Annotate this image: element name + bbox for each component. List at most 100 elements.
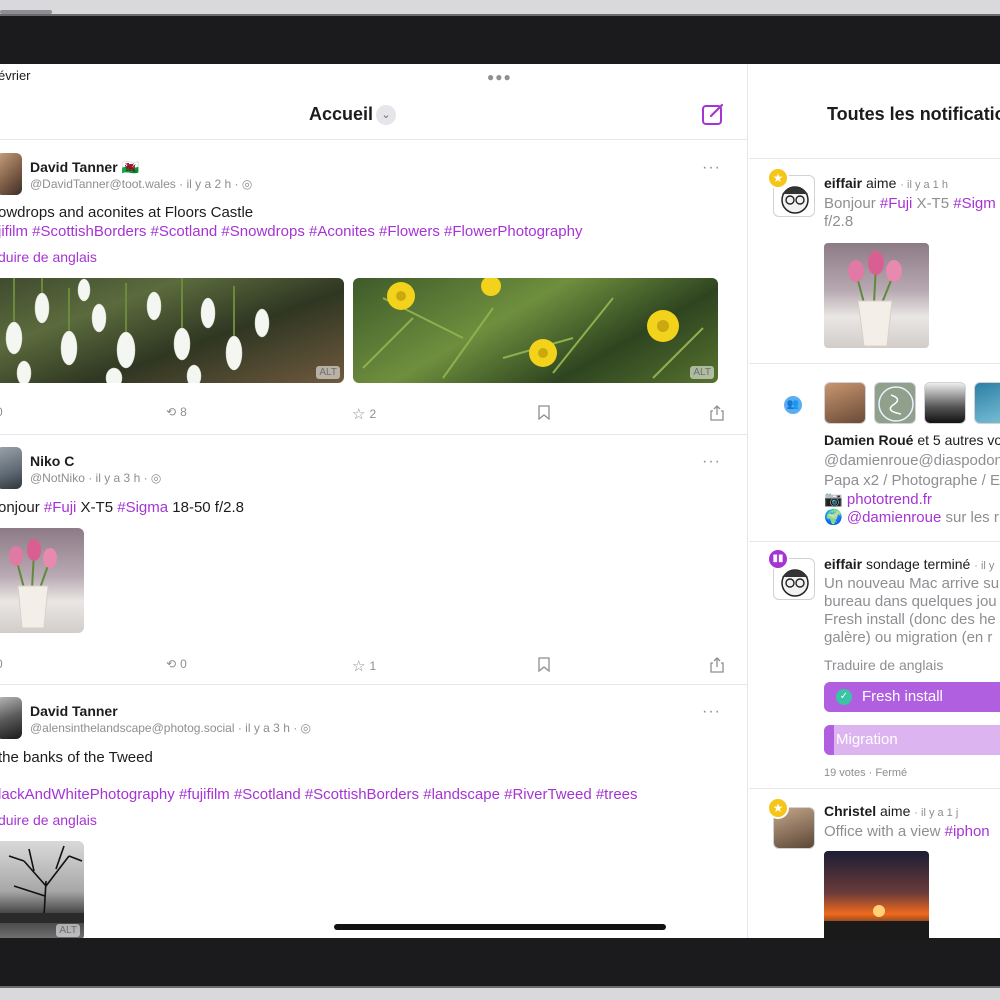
bookmark-icon (538, 657, 550, 672)
device-edge (0, 0, 1000, 16)
post-hashtags[interactable]: jifilm #ScottishBorders #Scotland #Snowd… (0, 223, 582, 240)
boost-icon: ⟲ (166, 657, 177, 671)
more-options-button[interactable]: ··· (702, 703, 721, 721)
tulips-illustration (9, 539, 57, 629)
avatar[interactable] (874, 382, 916, 424)
poll-option-label: Fresh install (862, 688, 943, 705)
notification-item[interactable]: ★ eiffair aime · il y a 1 h Bonjour #Fuj… (749, 158, 1000, 364)
checkmark-icon: ✓ (836, 689, 852, 705)
notification-body-line: @damienroue@diaspodon (824, 452, 1000, 469)
avatar[interactable] (0, 153, 22, 195)
share-button[interactable] (710, 657, 724, 673)
home-indicator[interactable] (334, 924, 666, 930)
logo-avatar-illustration (878, 386, 914, 422)
timeline-title[interactable]: Accueil (309, 104, 373, 125)
reply-button[interactable]: 0 (0, 657, 3, 671)
multitasking-handle-icon[interactable]: ●●● (487, 70, 512, 84)
more-options-button[interactable]: ··· (702, 159, 721, 177)
alt-badge[interactable]: ALT (690, 366, 714, 379)
chevron-down-icon[interactable]: ⌄ (376, 105, 396, 125)
avatar[interactable] (0, 447, 22, 489)
translate-link[interactable]: duire de anglais (0, 249, 97, 265)
notification-media-image[interactable] (824, 243, 929, 348)
avatar[interactable] (0, 697, 22, 739)
app-screen: évrier ●●● Accueil ⌄ David Tanner 🏴󠁧󠁢󠁷󠁬󠁳… (0, 64, 1000, 938)
translate-link[interactable]: Traduire de anglais (824, 656, 943, 674)
notification-body-line: Fresh install (donc des he (824, 611, 996, 628)
favorite-button[interactable]: ☆ 2 (352, 405, 376, 423)
device-edge (0, 986, 1000, 1000)
notification-header: eiffair aime · il y a 1 h (824, 175, 948, 191)
globe-icon: 🌍 (824, 509, 843, 526)
notification-header: eiffair sondage terminé · il y (824, 556, 995, 572)
poll-badge-icon: ▮▮ (767, 548, 789, 570)
notification-body-line: bureau dans quelques jou (824, 593, 997, 610)
bookmark-button[interactable] (538, 657, 550, 672)
post-actions: 0 ⟲0 ☆1 (0, 657, 747, 677)
poll-option[interactable]: Migration (824, 725, 1000, 755)
post-author[interactable]: David Tanner 🏴󠁧󠁢󠁷󠁬󠁳󠁿 (30, 159, 139, 176)
boost-icon: ⟲ (166, 405, 177, 419)
post-hashtags[interactable]: lackAndWhitePhotography #fujifilm #Scotl… (0, 786, 638, 803)
notification-body-line: f/2.8 (824, 213, 854, 230)
post-text: the banks of the Tweed (0, 749, 153, 766)
aconites-illustration (362, 278, 704, 379)
notification-body: Office with a view #iphon (824, 823, 990, 840)
notification-item[interactable]: 👥 Damien Roué et 5 autres vo @damienroue… (749, 364, 1000, 542)
notification-body-line: 🌍 @damienroue sur les r (824, 509, 999, 526)
camera-icon: 📷 (824, 491, 843, 508)
share-icon (710, 405, 724, 421)
share-icon (710, 657, 724, 673)
notification-body-line: galère) ou migration (en r (824, 629, 993, 646)
media-tulips-image[interactable] (0, 528, 84, 633)
status-bar-date: évrier (0, 68, 31, 83)
bookmark-button[interactable] (538, 405, 550, 420)
notification-media-image[interactable] (824, 851, 929, 938)
media-snowdrops-image[interactable]: ALT (0, 278, 344, 383)
boost-button[interactable]: ⟲ 0 (166, 657, 187, 671)
poll-option[interactable]: ✓ Fresh install (824, 682, 1000, 712)
star-badge-icon: ★ (767, 167, 789, 189)
star-icon: ☆ (352, 658, 366, 675)
notification-body-line: 📷 phototrend.fr (824, 491, 932, 508)
reply-button[interactable]: 0 (0, 405, 3, 419)
avatar[interactable] (974, 382, 1000, 424)
compose-icon[interactable] (700, 101, 726, 127)
device-bezel-bottom (0, 938, 1000, 1000)
notification-item[interactable]: ★ Christel aime · il y a 1 j Office with… (749, 789, 1000, 938)
post-meta: @alensinthelandscape@photog.social · il … (30, 721, 312, 735)
star-badge-icon: ★ (767, 797, 789, 819)
translate-link[interactable]: duire de anglais (0, 812, 97, 828)
notification-header: Christel aime · il y a 1 j (824, 803, 959, 819)
alt-badge[interactable]: ALT (316, 366, 340, 379)
post-author[interactable]: Niko C (30, 453, 74, 469)
avatar[interactable] (824, 382, 866, 424)
media-tree-image[interactable]: ALT (0, 841, 84, 938)
post-meta: @NotNiko · il y a 3 h · ◎ (30, 471, 162, 485)
star-icon: ☆ (352, 406, 366, 423)
post-text: owdrops and aconites at Floors Castle (0, 204, 254, 221)
globe-icon: ◎ (150, 471, 162, 485)
timeline-post[interactable]: David Tanner @alensinthelandscape@photog… (0, 685, 747, 938)
snowdrops-illustration (5, 278, 270, 383)
media-aconites-image[interactable]: ALT (353, 278, 718, 383)
sunset-illustration (824, 905, 929, 938)
boost-button[interactable]: ⟲ 8 (166, 405, 187, 419)
notifications-title[interactable]: Toutes les notificatio (827, 104, 1000, 125)
notification-header: Damien Roué et 5 autres vo (824, 432, 1000, 448)
tulips-illustration (848, 251, 902, 347)
favorite-button[interactable]: ☆ 1 (352, 657, 376, 675)
share-button[interactable] (710, 405, 724, 421)
post-meta: @DavidTanner@toot.wales · il y a 2 h · ◎ (30, 177, 253, 191)
notification-item[interactable]: ▮▮ eiffair sondage terminé · il y Un nou… (749, 542, 1000, 789)
avatar[interactable] (924, 382, 966, 424)
alt-badge[interactable]: ALT (56, 924, 80, 937)
notifications-column: Toutes les notificatio ★ eiffair aime · … (749, 64, 1000, 938)
device-bezel-top (0, 0, 1000, 64)
more-options-button[interactable]: ··· (702, 453, 721, 471)
timeline-post[interactable]: Niko C @NotNiko · il y a 3 h · ◎ ··· onj… (0, 435, 747, 685)
post-author[interactable]: David Tanner (30, 703, 118, 719)
timeline-header: Accueil ⌄ (0, 92, 747, 140)
poll-footer: 19 votes · Fermé (824, 767, 908, 779)
timeline-post[interactable]: David Tanner 🏴󠁧󠁢󠁷󠁬󠁳󠁿 @DavidTanner@toot.w… (0, 141, 747, 435)
